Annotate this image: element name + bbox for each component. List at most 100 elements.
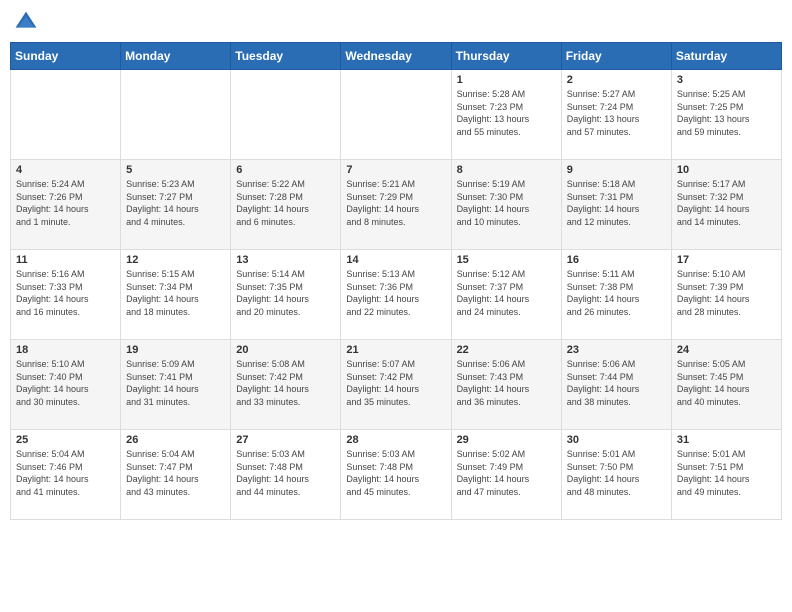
day-number: 18 (16, 344, 115, 356)
day-info: Sunrise: 5:04 AM Sunset: 7:46 PM Dayligh… (16, 448, 115, 498)
calendar-cell: 31Sunrise: 5:01 AM Sunset: 7:51 PM Dayli… (671, 430, 781, 520)
day-number: 8 (457, 164, 556, 176)
weekday-header: Friday (561, 43, 671, 70)
calendar-cell: 14 Sunrise: 5:13 AM Sunset: 7:36 PM Dayli… (341, 250, 451, 340)
day-number: 31 (677, 434, 776, 446)
day-number: 21 (346, 344, 445, 356)
calendar-cell: 7 Sunrise: 5:21 AM Sunset: 7:29 PM Daylig… (341, 160, 451, 250)
calendar-cell: 16Sunrise: 5:11 AM Sunset: 7:38 PM Dayli… (561, 250, 671, 340)
day-number: 25 (16, 434, 115, 446)
page-header (10, 10, 782, 34)
calendar-cell: 18 Sunrise: 5:10 AM Sunset: 7:40 PM Dayli… (11, 340, 121, 430)
day-number: 11 (16, 254, 115, 266)
weekday-header: Monday (121, 43, 231, 70)
calendar-cell: 8 Sunrise: 5:19 AM Sunset: 7:30 PM Daylig… (451, 160, 561, 250)
day-info: Sunrise: 5:06 AM Sunset: 7:44 PM Dayligh… (567, 358, 666, 408)
day-info: Sunrise: 5:03 AM Sunset: 7:48 PM Dayligh… (346, 448, 445, 498)
day-info: Sunrise: 5:28 AM Sunset: 7:23 PM Dayligh… (457, 88, 556, 138)
calendar-cell: 1 Sunrise: 5:28 AM Sunset: 7:23 PM Daylig… (451, 70, 561, 160)
day-info: Sunrise: 5:14 AM Sunset: 7:35 PM Dayligh… (236, 268, 335, 318)
calendar-cell: 27 Sunrise: 5:03 AM Sunset: 7:48 PM Dayli… (231, 430, 341, 520)
weekday-header: Sunday (11, 43, 121, 70)
calendar-week-row: 11 Sunrise: 5:16 AM Sunset: 7:33 PM Dayli… (11, 250, 782, 340)
day-info: Sunrise: 5:11 AM Sunset: 7:38 PM Dayligh… (567, 268, 666, 318)
calendar-week-row: 4 Sunrise: 5:24 AM Sunset: 7:26 PM Daylig… (11, 160, 782, 250)
calendar-cell: 29 Sunrise: 5:02 AM Sunset: 7:49 PM Dayli… (451, 430, 561, 520)
calendar-header: SundayMondayTuesdayWednesdayThursdayFrid… (11, 43, 782, 70)
day-info: Sunrise: 5:15 AM Sunset: 7:34 PM Dayligh… (126, 268, 225, 318)
calendar-cell: 20 Sunrise: 5:08 AM Sunset: 7:42 PM Dayli… (231, 340, 341, 430)
calendar-cell: 25 Sunrise: 5:04 AM Sunset: 7:46 PM Dayli… (11, 430, 121, 520)
calendar-cell: 12 Sunrise: 5:15 AM Sunset: 7:34 PM Dayli… (121, 250, 231, 340)
calendar-cell: 2 Sunrise: 5:27 AM Sunset: 7:24 PM Daylig… (561, 70, 671, 160)
day-info: Sunrise: 5:16 AM Sunset: 7:33 PM Dayligh… (16, 268, 115, 318)
day-number: 19 (126, 344, 225, 356)
day-number: 13 (236, 254, 335, 266)
weekday-header: Saturday (671, 43, 781, 70)
day-number: 10 (677, 164, 776, 176)
calendar-cell: 3Sunrise: 5:25 AM Sunset: 7:25 PM Daylig… (671, 70, 781, 160)
day-number: 26 (126, 434, 225, 446)
day-number: 24 (677, 344, 776, 356)
day-info: Sunrise: 5:05 AM Sunset: 7:45 PM Dayligh… (677, 358, 776, 408)
logo-icon (14, 10, 38, 34)
day-info: Sunrise: 5:01 AM Sunset: 7:50 PM Dayligh… (567, 448, 666, 498)
calendar-cell: 15 Sunrise: 5:12 AM Sunset: 7:37 PM Dayli… (451, 250, 561, 340)
day-number: 29 (457, 434, 556, 446)
day-info: Sunrise: 5:03 AM Sunset: 7:48 PM Dayligh… (236, 448, 335, 498)
day-info: Sunrise: 5:02 AM Sunset: 7:49 PM Dayligh… (457, 448, 556, 498)
day-info: Sunrise: 5:04 AM Sunset: 7:47 PM Dayligh… (126, 448, 225, 498)
day-number: 5 (126, 164, 225, 176)
weekday-header: Tuesday (231, 43, 341, 70)
calendar-cell: 4 Sunrise: 5:24 AM Sunset: 7:26 PM Daylig… (11, 160, 121, 250)
calendar-cell: 13 Sunrise: 5:14 AM Sunset: 7:35 PM Dayli… (231, 250, 341, 340)
calendar-cell: 19 Sunrise: 5:09 AM Sunset: 7:41 PM Dayli… (121, 340, 231, 430)
day-number: 4 (16, 164, 115, 176)
day-number: 22 (457, 344, 556, 356)
day-info: Sunrise: 5:18 AM Sunset: 7:31 PM Dayligh… (567, 178, 666, 228)
calendar-cell: 11 Sunrise: 5:16 AM Sunset: 7:33 PM Dayli… (11, 250, 121, 340)
day-number: 12 (126, 254, 225, 266)
calendar-cell: 21Sunrise: 5:07 AM Sunset: 7:42 PM Dayli… (341, 340, 451, 430)
calendar-week-row: 25 Sunrise: 5:04 AM Sunset: 7:46 PM Dayli… (11, 430, 782, 520)
day-info: Sunrise: 5:24 AM Sunset: 7:26 PM Dayligh… (16, 178, 115, 228)
calendar-cell: 28Sunrise: 5:03 AM Sunset: 7:48 PM Dayli… (341, 430, 451, 520)
logo (14, 10, 42, 34)
day-info: Sunrise: 5:08 AM Sunset: 7:42 PM Dayligh… (236, 358, 335, 408)
calendar-cell (121, 70, 231, 160)
calendar-cell: 9 Sunrise: 5:18 AM Sunset: 7:31 PM Daylig… (561, 160, 671, 250)
calendar-table: SundayMondayTuesdayWednesdayThursdayFrid… (10, 42, 782, 520)
day-number: 3 (677, 74, 776, 86)
calendar-week-row: 18 Sunrise: 5:10 AM Sunset: 7:40 PM Dayli… (11, 340, 782, 430)
day-info: Sunrise: 5:21 AM Sunset: 7:29 PM Dayligh… (346, 178, 445, 228)
day-number: 2 (567, 74, 666, 86)
day-info: Sunrise: 5:10 AM Sunset: 7:40 PM Dayligh… (16, 358, 115, 408)
calendar-cell: 17Sunrise: 5:10 AM Sunset: 7:39 PM Dayli… (671, 250, 781, 340)
day-info: Sunrise: 5:06 AM Sunset: 7:43 PM Dayligh… (457, 358, 556, 408)
day-number: 6 (236, 164, 335, 176)
day-number: 27 (236, 434, 335, 446)
day-number: 1 (457, 74, 556, 86)
calendar-cell (341, 70, 451, 160)
calendar-body: 1 Sunrise: 5:28 AM Sunset: 7:23 PM Daylig… (11, 70, 782, 520)
day-number: 15 (457, 254, 556, 266)
day-info: Sunrise: 5:12 AM Sunset: 7:37 PM Dayligh… (457, 268, 556, 318)
day-info: Sunrise: 5:27 AM Sunset: 7:24 PM Dayligh… (567, 88, 666, 138)
day-number: 20 (236, 344, 335, 356)
day-number: 17 (677, 254, 776, 266)
day-number: 14 (346, 254, 445, 266)
calendar-cell: 10Sunrise: 5:17 AM Sunset: 7:32 PM Dayli… (671, 160, 781, 250)
calendar-cell: 5 Sunrise: 5:23 AM Sunset: 7:27 PM Daylig… (121, 160, 231, 250)
day-number: 9 (567, 164, 666, 176)
day-info: Sunrise: 5:23 AM Sunset: 7:27 PM Dayligh… (126, 178, 225, 228)
calendar-cell: 30Sunrise: 5:01 AM Sunset: 7:50 PM Dayli… (561, 430, 671, 520)
calendar-cell: 22 Sunrise: 5:06 AM Sunset: 7:43 PM Dayli… (451, 340, 561, 430)
day-number: 7 (346, 164, 445, 176)
calendar-cell: 26 Sunrise: 5:04 AM Sunset: 7:47 PM Dayli… (121, 430, 231, 520)
calendar-cell: 24 Sunrise: 5:05 AM Sunset: 7:45 PM Dayli… (671, 340, 781, 430)
day-info: Sunrise: 5:13 AM Sunset: 7:36 PM Dayligh… (346, 268, 445, 318)
day-info: Sunrise: 5:19 AM Sunset: 7:30 PM Dayligh… (457, 178, 556, 228)
calendar-cell: 23Sunrise: 5:06 AM Sunset: 7:44 PM Dayli… (561, 340, 671, 430)
weekday-header-row: SundayMondayTuesdayWednesdayThursdayFrid… (11, 43, 782, 70)
day-info: Sunrise: 5:09 AM Sunset: 7:41 PM Dayligh… (126, 358, 225, 408)
